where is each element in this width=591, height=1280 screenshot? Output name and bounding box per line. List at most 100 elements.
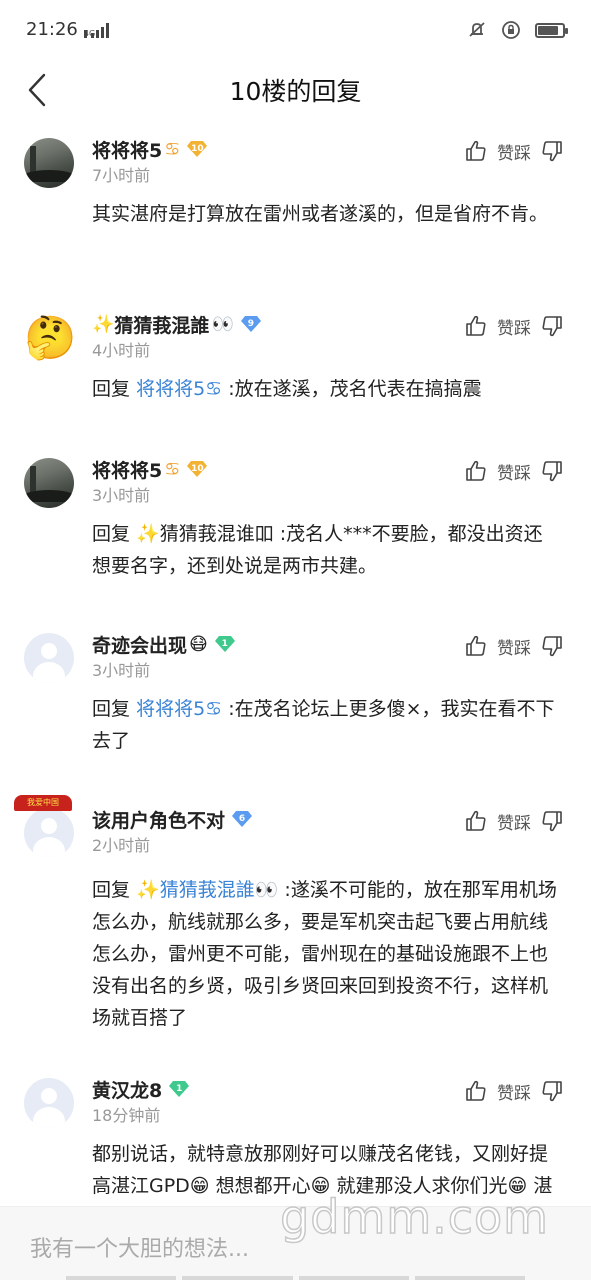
username[interactable]: 将将将5 <box>92 136 162 163</box>
reply-time: 18分钟前 <box>92 1106 161 1125</box>
chevron-left-icon <box>28 73 46 107</box>
status-time: 21:26 <box>26 19 78 40</box>
battery-icon <box>535 22 568 38</box>
username-emoji: ♋ <box>164 138 181 160</box>
level-number: 10 <box>191 144 204 154</box>
silent-mode-icon <box>467 20 487 40</box>
level-badge: 10 <box>186 140 208 158</box>
reply-time: 3小时前 <box>92 661 151 680</box>
avatar[interactable] <box>24 138 74 188</box>
like-button[interactable] <box>463 1078 489 1104</box>
reply-actions: 赞踩 <box>463 808 565 834</box>
thumbs-up-icon <box>466 460 486 481</box>
dislike-button[interactable] <box>539 138 565 164</box>
like-button[interactable] <box>463 313 489 339</box>
network-type: 4G <box>83 29 96 38</box>
like-button[interactable] <box>463 458 489 484</box>
dislike-button[interactable] <box>539 808 565 834</box>
thumbs-down-icon <box>542 141 562 162</box>
reply-input-placeholder[interactable]: 我有一个大胆的想法... <box>30 1231 249 1263</box>
thumbs-up-icon <box>466 1080 486 1101</box>
level-badge: 1 <box>168 1080 190 1098</box>
reply-word: 回复 <box>92 378 131 400</box>
avatar[interactable]: 🤔 <box>24 313 74 363</box>
reply-item: 将将将5 ♋ 10 7小时前 其实湛府是打算放在雷州或者遂溪的，但是省府不肯。 … <box>0 120 591 295</box>
reply-list[interactable]: 将将将5 ♋ 10 7小时前 其实湛府是打算放在雷州或者遂溪的，但是省府不肯。 … <box>0 120 591 1206</box>
reply-item: 将将将5 ♋ 10 3小时前 回复 ✨猜猜莪混谁吅 :茂名人***不要脸，都没出… <box>0 440 591 615</box>
reply-word: 回复 <box>92 523 131 545</box>
thumbs-down-icon <box>542 811 562 832</box>
like-button[interactable] <box>463 633 489 659</box>
thumbs-down-icon <box>542 1081 562 1102</box>
thumbs-down-icon <box>542 636 562 657</box>
page-title: 10楼的回复 <box>229 77 362 106</box>
mention-link[interactable]: ✨猜猜莪混谁吅 <box>136 523 274 545</box>
like-dislike-label: 赞踩 <box>497 318 531 339</box>
avatar[interactable] <box>24 458 74 508</box>
reply-item: 奇迹会出现 😷 1 3小时前 回复 将将将5♋ :在茂名论坛上更多傻×，我实在看… <box>0 615 591 790</box>
dislike-button[interactable] <box>539 1078 565 1104</box>
avatar-flag-banner: 我爱中国 <box>14 795 72 811</box>
dislike-button[interactable] <box>539 633 565 659</box>
status-time-group: 21:26 4G <box>26 18 109 42</box>
like-button[interactable] <box>463 138 489 164</box>
reply-word: 回复 <box>92 879 131 901</box>
reply-item: 🤔 ✨ 猜猜莪混誰 👀 9 4小时前 回复 将将将5♋ :放在遂溪，茂名代表在搞… <box>0 295 591 440</box>
username[interactable]: 将将将5 <box>92 456 162 483</box>
watermark: gdmm.com <box>279 1189 549 1245</box>
level-number: 10 <box>191 464 204 474</box>
like-dislike-label: 赞踩 <box>497 813 531 834</box>
nav-bar: 10楼的回复 <box>0 60 591 120</box>
level-badge: 1 <box>214 635 236 653</box>
reply-content: 回复 ✨猜猜莪混谁吅 :茂名人***不要脸，都没出资还想要名字，还到处说是两市共… <box>92 518 567 582</box>
reply-actions: 赞踩 <box>463 633 565 659</box>
like-dislike-label: 赞踩 <box>497 463 531 484</box>
reply-word: 回复 <box>92 698 131 720</box>
avatar[interactable] <box>24 808 74 858</box>
reply-item: 黄汉龙8 1 18分钟前 都别说话，就特意放那刚好可以赚茂名佬钱，又刚好提高湛江… <box>0 1060 591 1206</box>
level-badge: 6 <box>231 810 253 828</box>
reply-actions: 赞踩 <box>463 1078 565 1104</box>
thumbs-down-icon <box>542 316 562 337</box>
thumbs-up-icon <box>466 635 486 656</box>
username-emoji: 😷 <box>189 633 208 655</box>
like-dislike-label: 赞踩 <box>497 143 531 164</box>
reply-content: 回复 ✨猜猜莪混誰👀 :遂溪不可能的，放在那军用机场怎么办，航线就那么多，要是军… <box>92 874 567 1034</box>
level-badge: 10 <box>186 460 208 478</box>
mention-link[interactable]: 将将将5♋ <box>136 378 222 400</box>
reply-content: 回复 将将将5♋ :放在遂溪，茂名代表在搞搞震 <box>92 373 567 405</box>
reply-time: 7小时前 <box>92 166 151 185</box>
mention-link[interactable]: 将将将5♋ <box>136 698 222 720</box>
thumbs-up-icon <box>466 810 486 831</box>
reply-content: 其实湛府是打算放在雷州或者遂溪的，但是省府不肯。 <box>92 203 549 225</box>
level-number: 1 <box>176 1084 183 1094</box>
thumbs-up-icon <box>466 315 486 336</box>
reply-actions: 赞踩 <box>463 138 565 164</box>
level-badge: 9 <box>240 315 262 333</box>
level-number: 9 <box>247 319 254 329</box>
like-button[interactable] <box>463 808 489 834</box>
mention-link[interactable]: ✨猜猜莪混誰👀 <box>136 879 278 901</box>
like-dislike-label: 赞踩 <box>497 1083 531 1104</box>
thumbs-down-icon <box>542 461 562 482</box>
thumbs-up-icon <box>466 140 486 161</box>
username-emoji: ♋ <box>164 458 181 480</box>
username[interactable]: 猜猜莪混誰 <box>114 311 209 338</box>
level-number: 1 <box>221 639 228 649</box>
username[interactable]: 该用户角色不对 <box>92 806 225 833</box>
username[interactable]: 黄汉龙8 <box>92 1076 162 1103</box>
username-prefix-emoji: ✨ <box>92 313 115 335</box>
reply-content: 回复 将将将5♋ :在茂名论坛上更多傻×，我实在看不下去了 <box>92 693 567 757</box>
reply-item: 我爱中国 该用户角色不对 6 2小时前 回复 ✨猜猜莪混誰👀 :遂溪不可能的，放… <box>0 790 591 1060</box>
reply-actions: 赞踩 <box>463 313 565 339</box>
lock-rotation-icon <box>501 20 521 40</box>
username[interactable]: 奇迹会出现 <box>92 631 187 658</box>
dislike-button[interactable] <box>539 458 565 484</box>
dislike-button[interactable] <box>539 313 565 339</box>
status-icons <box>467 20 568 40</box>
avatar[interactable] <box>24 1078 74 1128</box>
back-button[interactable] <box>22 70 52 110</box>
bottom-divider <box>0 1276 591 1280</box>
avatar[interactable] <box>24 633 74 683</box>
like-dislike-label: 赞踩 <box>497 638 531 659</box>
